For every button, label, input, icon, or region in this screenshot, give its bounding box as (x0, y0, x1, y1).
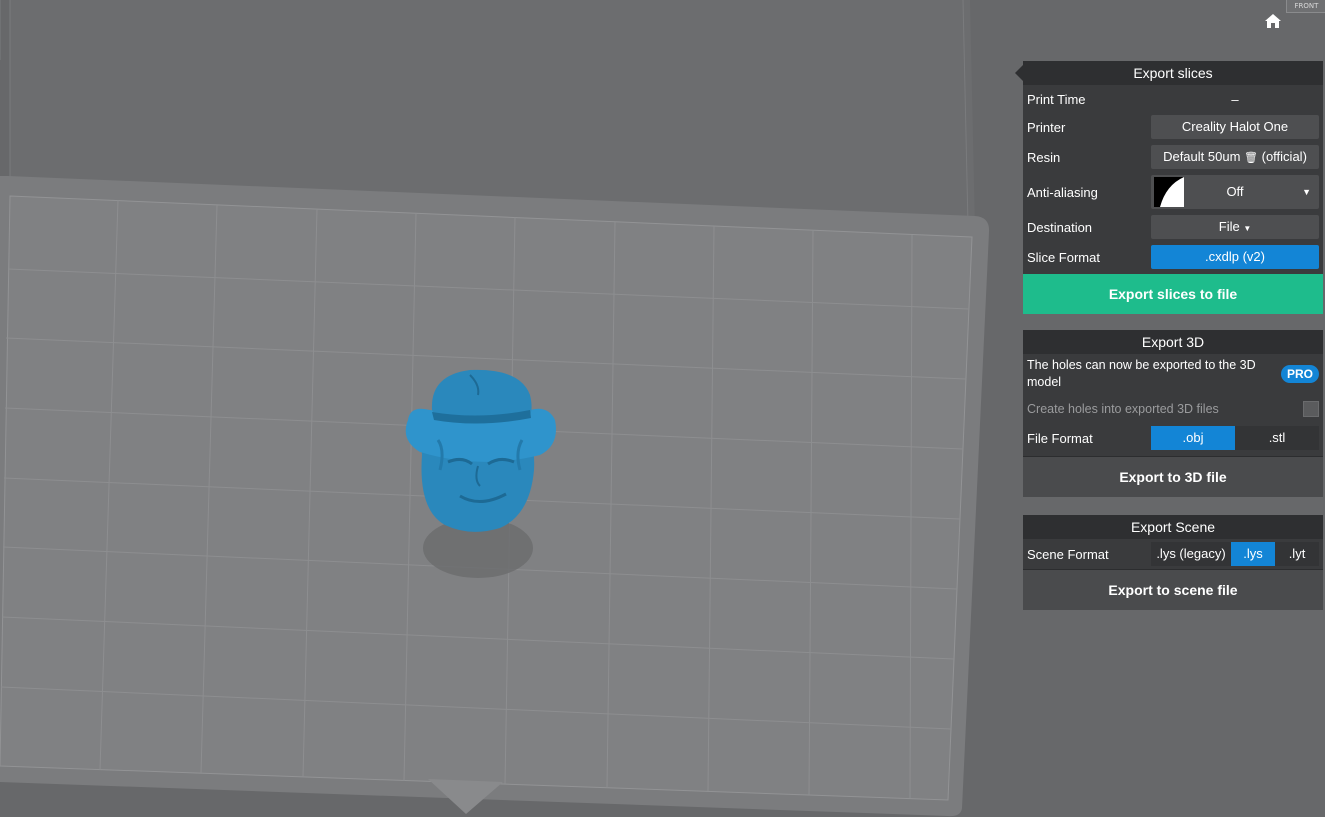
file-format-label: File Format (1027, 430, 1093, 446)
printer-selector[interactable]: Creality Halot One (1151, 115, 1319, 139)
antialiasing-preview-icon (1154, 177, 1184, 207)
destination-label: Destination (1027, 219, 1093, 235)
format-obj-option[interactable]: .obj (1151, 426, 1235, 450)
slice-format-label: Slice Format (1027, 249, 1100, 265)
format-stl-option[interactable]: .stl (1235, 426, 1319, 450)
slice-format-selector[interactable]: .cxdlp (v2) (1151, 245, 1319, 269)
destination-selector[interactable]: File ▼ (1151, 215, 1319, 239)
pro-notice: The holes can now be exported to the 3D … (1027, 358, 1256, 389)
export-slices-title: Export slices (1023, 61, 1323, 85)
resin-label: Resin (1027, 149, 1061, 165)
scene-format-toggle: .lys (legacy) .lys .lyt (1151, 542, 1319, 566)
export-slices-panel: Export slices Print Time – Printer Creal… (1015, 61, 1323, 314)
antialiasing-value: Off (1226, 184, 1244, 199)
export-3d-button[interactable]: Export to 3D file (1023, 456, 1323, 497)
trash-icon: 🗑 (1244, 152, 1258, 164)
file-format-toggle: .obj .stl (1151, 426, 1319, 450)
create-holes-checkbox[interactable] (1303, 401, 1319, 417)
format-lys-legacy-option[interactable]: .lys (legacy) (1151, 542, 1231, 566)
antialiasing-label: Anti-aliasing (1027, 184, 1098, 200)
home-icon (1265, 14, 1281, 28)
format-lyt-option[interactable]: .lyt (1275, 542, 1319, 566)
print-time-value: – (1231, 91, 1239, 107)
export-slices-button[interactable]: Export slices to file (1023, 274, 1323, 314)
panel-pointer (1015, 65, 1023, 81)
antialiasing-selector[interactable]: Off ▼ (1151, 175, 1319, 209)
resin-selector[interactable]: Default 50um 🗑 (official) (1151, 145, 1319, 169)
export-scene-panel: Export Scene Scene Format .lys (legacy) … (1023, 515, 1323, 610)
resin-value: Default 50um (1163, 149, 1241, 164)
printer-label: Printer (1027, 119, 1066, 135)
format-lys-option[interactable]: .lys (1231, 542, 1275, 566)
destination-value: File (1218, 219, 1240, 234)
create-holes-label: Create holes into exported 3D files (1027, 402, 1219, 416)
export-3d-panel: Export 3D The holes can now be exported … (1023, 330, 1323, 497)
print-time-label: Print Time (1027, 91, 1086, 107)
export-3d-title: Export 3D (1023, 330, 1323, 354)
pro-badge[interactable]: PRO (1280, 365, 1319, 383)
export-scene-button[interactable]: Export to scene file (1023, 569, 1323, 610)
caret-down-icon: ▼ (1243, 224, 1252, 233)
view-cube[interactable]: FRONT (1286, 0, 1325, 13)
export-scene-title: Export Scene (1023, 515, 1323, 539)
home-view-button[interactable] (1262, 11, 1284, 31)
resin-suffix: (official) (1261, 149, 1307, 164)
caret-down-icon: ▼ (1302, 187, 1311, 197)
scene-format-label: Scene Format (1027, 546, 1109, 562)
